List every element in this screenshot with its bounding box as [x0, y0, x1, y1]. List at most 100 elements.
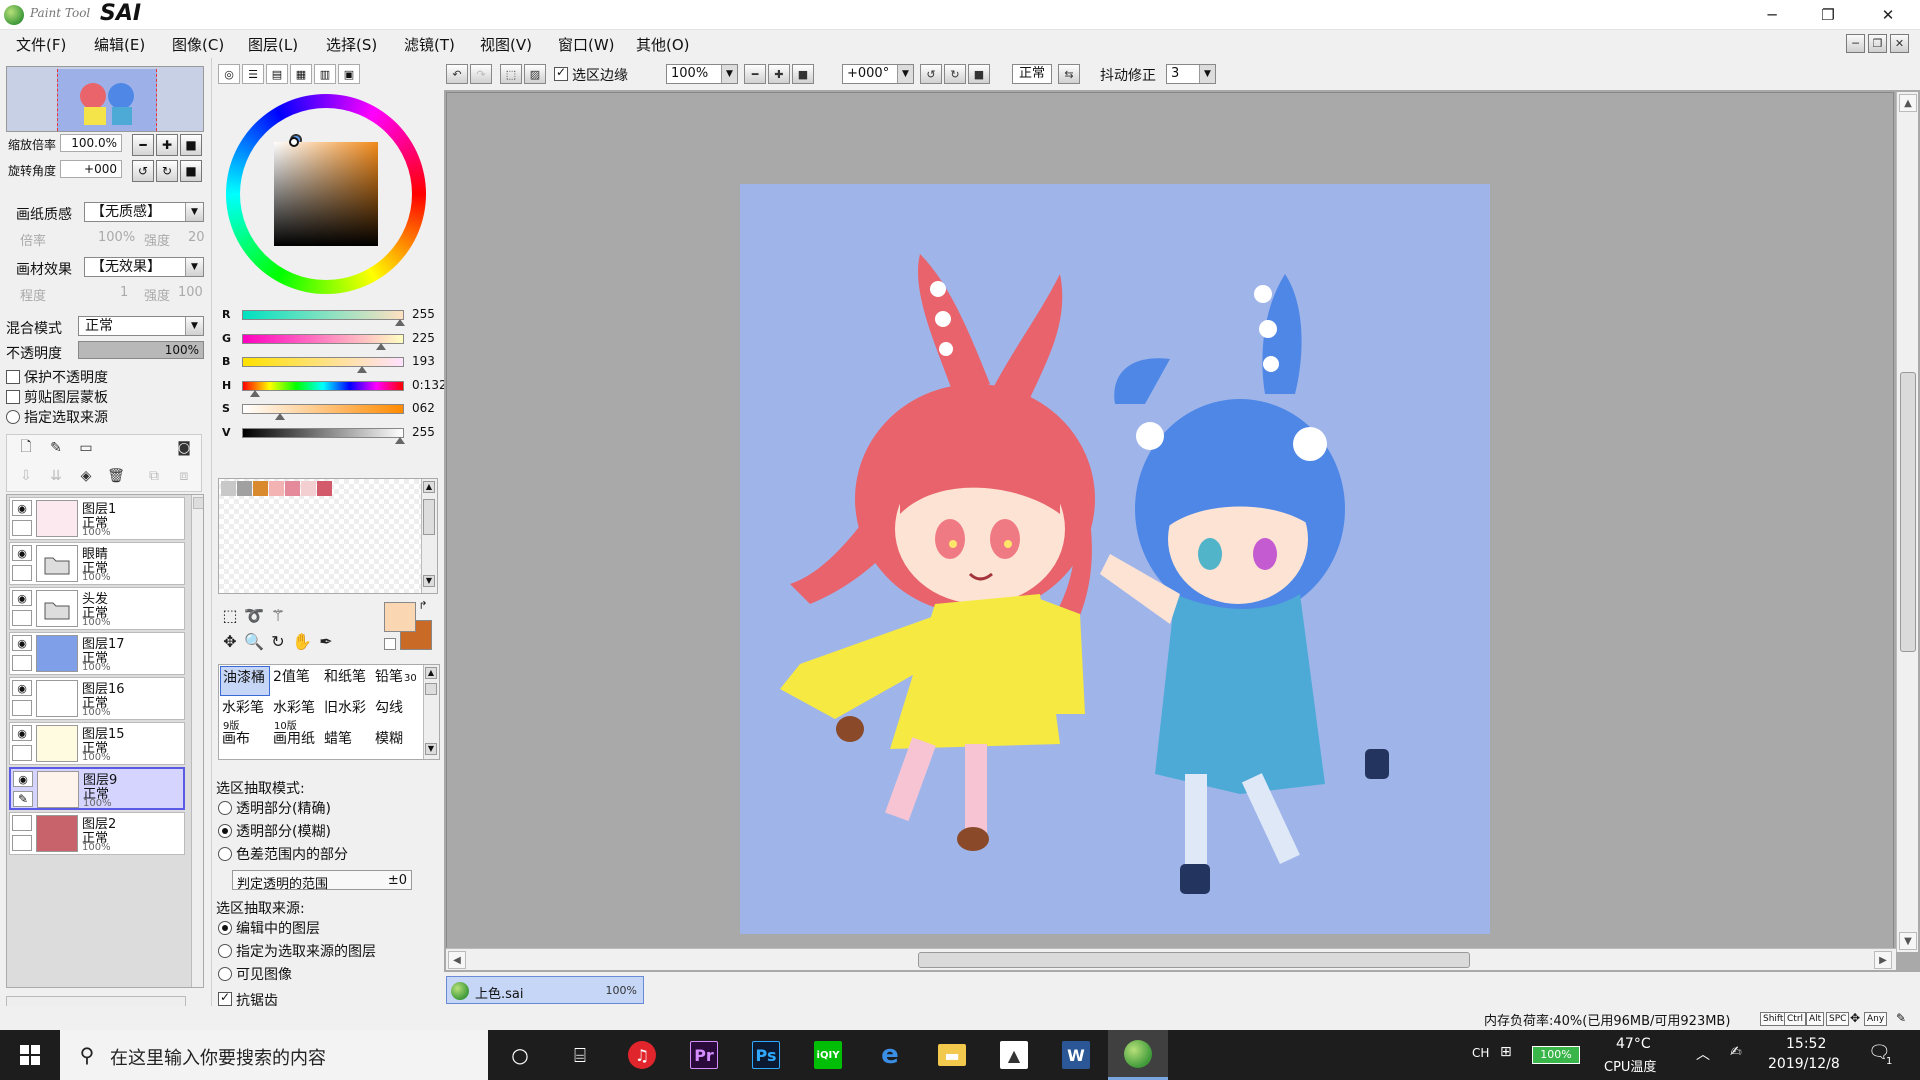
battery-indicator[interactable]: 100%: [1532, 1046, 1580, 1064]
opacity-slider[interactable]: 100%: [78, 341, 204, 359]
chevron-up-icon[interactable]: ︿: [1696, 1044, 1710, 1064]
new-linework-layer-icon[interactable]: ✎: [47, 439, 65, 457]
brush-slot[interactable]: 旧水彩: [322, 697, 372, 727]
menu-other[interactable]: 其他(O): [632, 34, 694, 55]
layer-option2-icon[interactable]: ⧈: [175, 467, 193, 485]
slider-handle[interactable]: [395, 436, 405, 444]
eye-icon[interactable]: ◉: [12, 725, 32, 741]
delete-layer-icon[interactable]: 🗑: [107, 467, 125, 485]
mdi-minimize-button[interactable]: ─: [1846, 34, 1865, 53]
lock-checkbox[interactable]: [12, 700, 32, 716]
canvas-zoom-select[interactable]: 100% ▼: [666, 64, 738, 84]
source-editing-radio[interactable]: [218, 921, 232, 935]
swatch-scrollbar[interactable]: ▲ ▼: [421, 479, 437, 593]
select-mode-color-radio[interactable]: [218, 847, 232, 861]
flip-horizontal-icon[interactable]: ⇆: [1058, 64, 1080, 84]
brush-slot[interactable]: 和纸笔: [322, 666, 372, 696]
canvas-rotate-right-icon[interactable]: ↻: [944, 64, 966, 84]
close-button[interactable]: ✕: [1860, 0, 1916, 30]
source-layer-radio[interactable]: [6, 410, 20, 424]
clip-mask-checkbox[interactable]: [6, 390, 20, 404]
scroll-down-icon[interactable]: ▼: [425, 743, 437, 755]
magic-wand-icon[interactable]: ⚚: [266, 603, 290, 627]
word-icon[interactable]: W: [1046, 1030, 1106, 1080]
task-view-icon[interactable]: ○: [490, 1030, 550, 1080]
minimize-button[interactable]: ─: [1744, 0, 1800, 30]
photoshop-icon[interactable]: Ps: [736, 1030, 796, 1080]
color-swatch[interactable]: [221, 481, 236, 496]
layer-row[interactable]: ◉ 眼睛 正常 100%: [9, 542, 185, 585]
navigator-viewport[interactable]: [57, 69, 157, 131]
menu-image[interactable]: 图像(C): [168, 34, 228, 55]
canvas-horizontal-scrollbar[interactable]: ◀ ▶: [446, 948, 1896, 970]
brush-slot[interactable]: 铅笔30: [373, 666, 423, 696]
eye-icon[interactable]: ◉: [13, 771, 33, 787]
brush-slot[interactable]: 画布: [220, 728, 270, 758]
restore-button[interactable]: ❐: [1800, 0, 1856, 30]
menu-filter[interactable]: 滤镜(T): [400, 34, 459, 55]
palette-mode-icon[interactable]: ▦: [290, 64, 312, 84]
brush-scroll-thumb[interactable]: [425, 683, 437, 695]
protect-opacity-checkbox[interactable]: [6, 370, 20, 384]
canvas-angle-select[interactable]: +000° ▼: [842, 64, 914, 84]
layer-option-icon[interactable]: ⧉: [145, 467, 163, 485]
invert-selection-icon[interactable]: ▨: [524, 64, 546, 84]
scroll-down-icon[interactable]: ▼: [1899, 932, 1917, 950]
rgb-slider-mode-icon[interactable]: ☰: [242, 64, 264, 84]
slider-value-b[interactable]: 193: [412, 354, 435, 368]
zoom-in-button[interactable]: ✚: [156, 134, 178, 156]
blend-mode-select[interactable]: 正常 ▼: [78, 316, 204, 336]
slider-value-v[interactable]: 255: [412, 425, 435, 439]
rotate-right-button[interactable]: ↻: [156, 160, 178, 182]
lock-checkbox[interactable]: [12, 745, 32, 761]
netease-music-icon[interactable]: ♫: [612, 1030, 672, 1080]
scratchpad-mode-icon[interactable]: ▣: [338, 64, 360, 84]
scroll-up-icon[interactable]: ▲: [425, 667, 437, 679]
timeline-icon[interactable]: ⌸: [550, 1030, 610, 1080]
paper-texture-select[interactable]: 【无质感】 ▼: [84, 202, 204, 222]
lock-checkbox[interactable]: [12, 835, 32, 851]
ime-indicator[interactable]: CH: [1472, 1046, 1489, 1060]
canvas-zoom-out-icon[interactable]: ━: [744, 64, 766, 84]
menu-layer[interactable]: 图层(L): [244, 34, 302, 55]
swatch-scroll-thumb[interactable]: [423, 499, 435, 535]
swatch-palette[interactable]: ▲ ▼: [218, 478, 438, 594]
slider-handle[interactable]: [249, 389, 260, 397]
color-swatch[interactable]: [253, 481, 268, 496]
swatch-mode-icon[interactable]: ▥: [314, 64, 336, 84]
eye-icon[interactable]: ◉: [12, 635, 32, 651]
stabilizer-select[interactable]: 3 ▼: [1166, 64, 1216, 84]
mdi-restore-button[interactable]: ❐: [1868, 34, 1887, 53]
canvas-rotate-reset-icon[interactable]: ■: [968, 64, 990, 84]
layer-row[interactable]: ◉ 图层1 正常 100%: [9, 497, 185, 540]
zoom-reset-button[interactable]: ■: [180, 134, 202, 156]
undo-icon[interactable]: ↶: [446, 64, 468, 84]
brush-slot[interactable]: 勾线: [373, 697, 423, 727]
canvas-zoom-in-icon[interactable]: ✚: [768, 64, 790, 84]
navigator-preview[interactable]: [6, 66, 204, 132]
slider-handle[interactable]: [274, 413, 285, 420]
menu-select[interactable]: 选择(S): [322, 34, 381, 55]
source-visible-radio[interactable]: [218, 967, 232, 981]
brush-effect-select[interactable]: 【无效果】 ▼: [84, 257, 204, 277]
redo-icon[interactable]: ↷: [470, 64, 492, 84]
scroll-left-icon[interactable]: ◀: [448, 951, 466, 969]
source-specified-radio[interactable]: [218, 944, 232, 958]
color-wheel-mode-icon[interactable]: ◎: [218, 64, 240, 84]
canvas-mode-field[interactable]: 正常: [1012, 64, 1052, 84]
color-swatch[interactable]: [317, 481, 332, 496]
keyboard-icon[interactable]: ⊞: [1500, 1044, 1512, 1060]
hsv-slider-mode-icon[interactable]: ▤: [266, 64, 288, 84]
slider-value-h[interactable]: 0:132: [412, 378, 447, 392]
transfer-down-icon[interactable]: ⇩: [17, 467, 35, 485]
sv-marker[interactable]: [289, 137, 299, 147]
new-folder-icon[interactable]: ▭: [77, 439, 95, 457]
photos-icon[interactable]: ▲: [984, 1030, 1044, 1080]
menu-window[interactable]: 窗口(W): [554, 34, 619, 55]
menu-edit[interactable]: 编辑(E): [90, 34, 149, 55]
canvas-area[interactable]: ▲ ▼ ◀ ▶: [444, 90, 1920, 972]
brush-scrollbar[interactable]: ▲ ▼: [423, 665, 439, 759]
brush-icon[interactable]: ✎: [13, 791, 33, 807]
selection-edge-checkbox[interactable]: [554, 65, 568, 81]
eye-icon[interactable]: ◉: [12, 545, 32, 561]
